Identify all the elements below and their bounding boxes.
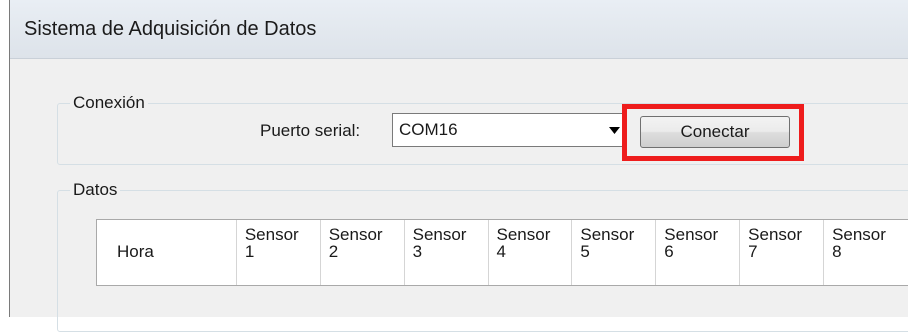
column-header-sensor-8[interactable]: Sensor 8: [824, 220, 908, 285]
connect-highlight-box: Conectar: [622, 104, 804, 161]
window-content: Conexión Puerto serial: COM16 Conectar D…: [10, 59, 908, 332]
column-header-sensor-2[interactable]: Sensor 2: [321, 220, 405, 285]
column-header-hora[interactable]: Hora: [97, 220, 237, 285]
serial-port-dropdown[interactable]: COM16: [392, 113, 626, 147]
column-header-sensor-7[interactable]: Sensor 7: [740, 220, 825, 285]
conexion-legend: Conexión: [70, 93, 148, 113]
title-bar: Sistema de Adquisición de Datos: [10, 0, 908, 59]
column-header-sensor-5[interactable]: Sensor 5: [572, 220, 657, 285]
column-header-sensor-4[interactable]: Sensor 4: [489, 220, 573, 285]
app-window: Sistema de Adquisición de Datos Conexión…: [9, 0, 908, 332]
column-header-sensor-3[interactable]: Sensor 3: [405, 220, 489, 285]
serial-port-value: COM16: [399, 120, 458, 139]
data-table-header: Hora Sensor 1 Sensor 2 Sensor 3 Sensor 4…: [96, 219, 908, 286]
connect-button[interactable]: Conectar: [640, 116, 790, 148]
column-header-sensor-6[interactable]: Sensor 6: [656, 220, 741, 285]
window-title: Sistema de Adquisición de Datos: [24, 18, 317, 40]
column-header-sensor-1[interactable]: Sensor 1: [237, 220, 321, 285]
datos-legend: Datos: [70, 180, 121, 200]
serial-port-label: Puerto serial:: [260, 121, 361, 140]
